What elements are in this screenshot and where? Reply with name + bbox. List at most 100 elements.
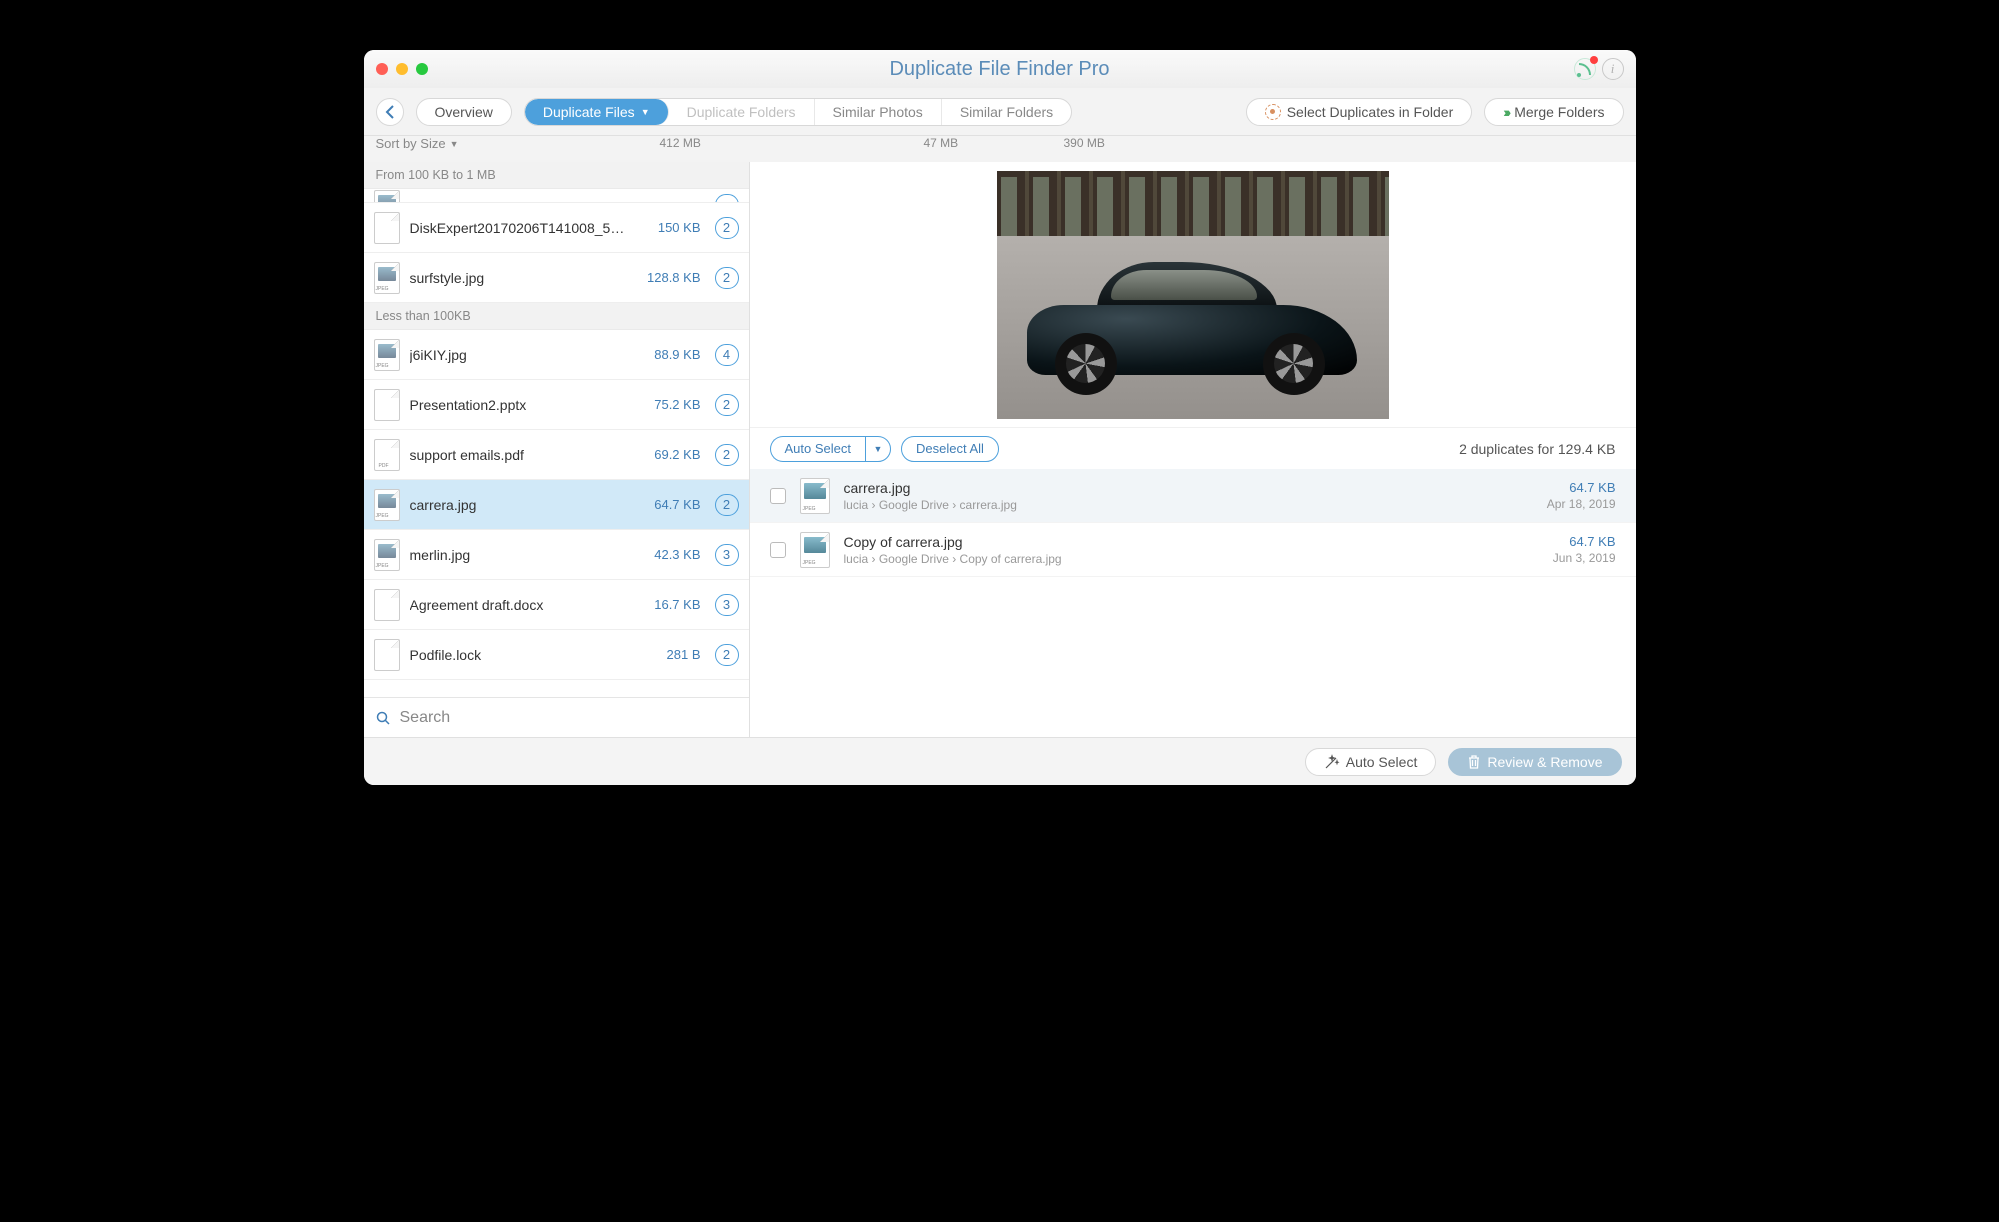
segment-size-label: 390 MB [1064,136,1105,150]
list-item[interactable]: support emails.pdf69.2 KB2 [364,430,749,480]
file-size: 128.8 KB [647,270,701,285]
notification-dot-icon [1590,56,1598,64]
chevron-down-icon[interactable]: ▼ [865,436,891,462]
merge-folders-button[interactable]: ››› Merge Folders [1484,98,1623,126]
jpeg-icon [374,339,400,371]
search-row[interactable]: Search [364,697,749,737]
select-folder-label: Select Duplicates in Folder [1287,104,1454,120]
jpeg-icon [800,478,830,514]
review-remove-button[interactable]: Review & Remove [1448,748,1621,776]
count-badge: 3 [715,544,739,566]
file-name: surfstyle.jpg [410,270,638,286]
file-name: carrera.jpg [410,497,645,513]
duplicates-list: carrera.jpg lucia › Google Drive › carrer… [750,469,1636,737]
doc-icon [374,212,400,244]
titlebar: Duplicate File Finder Pro i [364,50,1636,88]
duplicate-name: carrera.jpg [844,480,1533,496]
file-size: 16.7 KB [654,597,700,612]
updates-icon[interactable] [1574,58,1596,80]
list-item[interactable]: j6iKIY.jpg 88.9 KB 4 [364,330,749,380]
duplicate-name: Copy of carrera.jpg [844,534,1539,550]
pdf-icon [374,439,400,471]
file-list[interactable]: From 100 KB to 1 MBDiskExpert20170206T14… [364,162,749,697]
segment-size-label: 412 MB [660,136,701,150]
overview-label: Overview [435,104,493,120]
tab-label: Similar Photos [833,104,923,120]
file-size: 281 B [667,647,701,662]
file-name: DiskExpert20170206T141008_5… [410,220,648,236]
auto-select-label: Auto Select [785,441,852,456]
toolbar: Overview Duplicate Files ▼ Duplicate Folde… [364,88,1636,136]
tab-label: Duplicate Folders [687,104,796,120]
tab-label: Duplicate Files [543,104,635,120]
action-row: Auto Select ▼ Deselect All 2 duplicates … [750,427,1636,469]
segment-size-label: 47 MB [924,136,959,150]
list-item[interactable]: Agreement draft.docx 16.7 KB 3 [364,580,749,630]
minimize-window-button[interactable] [396,63,408,75]
file-name: Agreement draft.docx [410,597,645,613]
count-badge: 2 [715,217,739,239]
list-item[interactable]: carrera.jpg64.7 KB2 [364,480,749,530]
count-badge: 2 [715,494,739,516]
doc-icon [374,639,400,671]
list-item[interactable]: surfstyle.jpg128.8 KB2 [364,253,749,303]
jpeg-icon [374,539,400,571]
list-item[interactable]: Podfile.lock281 B2 [364,630,749,680]
list-item[interactable]: Presentation2.pptx 75.2 KB 2 [364,380,749,430]
count-badge: 3 [715,594,739,616]
tab-label: Similar Folders [960,104,1053,120]
main-area: From 100 KB to 1 MBDiskExpert20170206T14… [364,162,1636,737]
sort-dropdown[interactable]: Sort by Size ▼ [376,136,459,151]
sidebar: From 100 KB to 1 MBDiskExpert20170206T14… [364,162,750,737]
file-name: j6iKIY.jpg [410,347,645,363]
close-window-button[interactable] [376,63,388,75]
tab-similar-folders[interactable]: Similar Folders [942,99,1071,125]
chevron-down-icon: ▼ [450,139,459,149]
file-size: 42.3 KB [654,547,700,562]
deselect-all-button[interactable]: Deselect All [901,436,999,462]
target-icon [1265,104,1281,120]
duplicate-size: 64.7 KB [1569,534,1615,549]
count-badge: 2 [715,394,739,416]
list-item[interactable] [364,189,749,203]
search-icon [376,711,390,725]
info-icon[interactable]: i [1602,58,1624,80]
file-name: merlin.jpg [410,547,645,563]
count-badge: 4 [715,344,739,366]
file-name: Presentation2.pptx [410,397,645,413]
tab-duplicate-files[interactable]: Duplicate Files ▼ [525,99,669,125]
list-item[interactable]: merlin.jpg 42.3 KB 3 [364,530,749,580]
trash-icon [1467,754,1481,770]
checkbox[interactable] [770,542,786,558]
duplicate-row[interactable]: Copy of carrera.jpg lucia › Google Drive … [750,523,1636,577]
search-placeholder: Search [400,709,451,727]
overview-button[interactable]: Overview [416,98,512,126]
duplicate-date: Apr 18, 2019 [1547,497,1616,511]
tab-similar-photos[interactable]: Similar Photos [815,99,942,125]
zoom-window-button[interactable] [416,63,428,75]
count-badge: 2 [715,644,739,666]
doc-icon [374,389,400,421]
file-name: support emails.pdf [410,447,645,463]
doc-icon [374,589,400,621]
deselect-all-label: Deselect All [916,441,984,456]
list-item[interactable]: DiskExpert20170206T141008_5…150 KB2 [364,203,749,253]
duplicate-path: lucia › Google Drive › Copy of carrera.j… [844,552,1539,566]
tab-duplicate-folders: Duplicate Folders [669,99,815,125]
file-size: 75.2 KB [654,397,700,412]
footer-auto-select-label: Auto Select [1346,754,1418,770]
duplicate-row[interactable]: carrera.jpg lucia › Google Drive › carrer… [750,469,1636,523]
sizes-row: Sort by Size ▼ 412 MB 47 MB 390 MB [364,136,1636,162]
window-title: Duplicate File Finder Pro [364,58,1636,81]
checkbox[interactable] [770,488,786,504]
chevron-left-icon [385,105,395,119]
chevron-down-icon: ▼ [641,107,650,117]
duplicate-path: lucia › Google Drive › carrera.jpg [844,498,1533,512]
back-button[interactable] [376,98,404,126]
merge-icon: ››› [1503,104,1508,120]
file-size: 88.9 KB [654,347,700,362]
footer-auto-select-button[interactable]: Auto Select [1305,748,1437,776]
auto-select-split-button[interactable]: Auto Select ▼ [770,436,892,462]
merge-label: Merge Folders [1514,104,1604,120]
select-duplicates-folder-button[interactable]: Select Duplicates in Folder [1246,98,1473,126]
